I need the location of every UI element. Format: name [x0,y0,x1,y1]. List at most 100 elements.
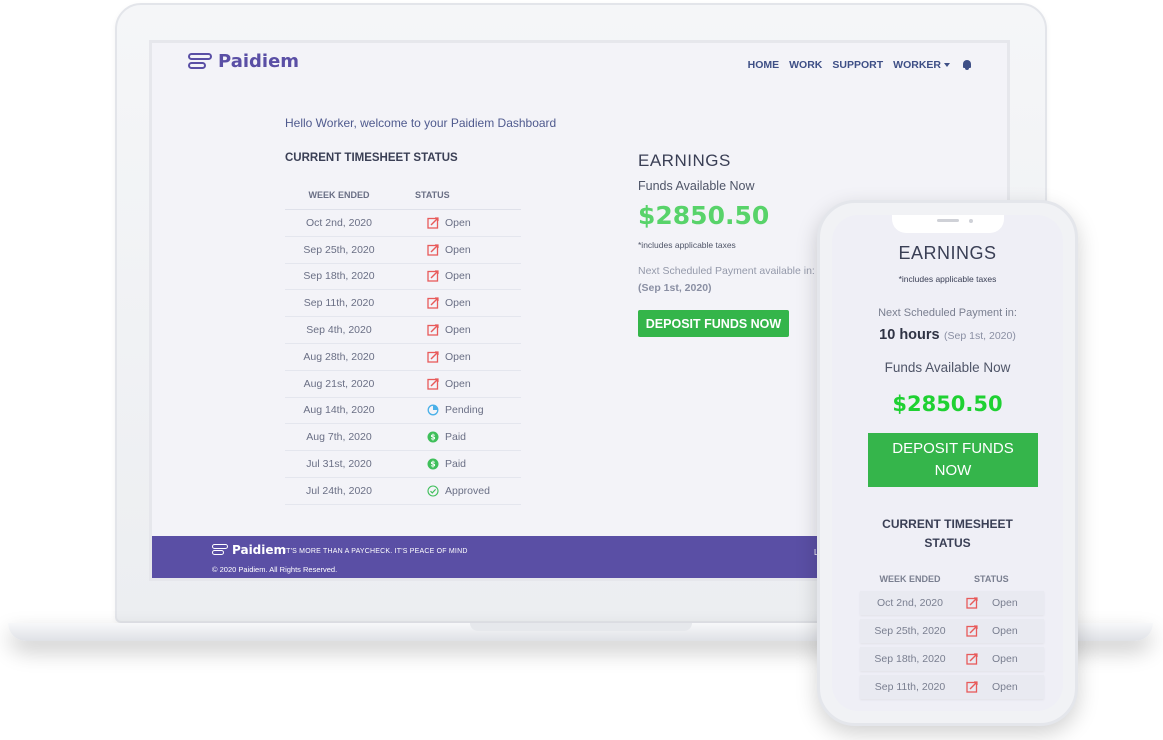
week-ended-cell: Oct 2nd, 2020 [306,216,372,229]
mobile-table-row[interactable]: Sep 25th, 2020 Open [860,619,1044,643]
mobile-screen: EARNINGS *includes applicable taxes Next… [832,215,1063,711]
col-week-ended: WEEK ENDED [308,189,370,200]
status-label: Open [445,297,471,310]
mobile-timesheet-title: CURRENT TIMESHEET STATUS [882,517,1013,550]
table-row[interactable]: Sep 4th, 2020 Open [285,317,521,344]
edit-icon[interactable] [427,244,439,256]
week-ended-cell: Aug 7th, 2020 [306,431,372,444]
mobile-status-cell: Open [960,625,1044,637]
tax-note: *includes applicable taxes [638,240,736,250]
table-row[interactable]: Aug 28th, 2020 Open [285,344,521,371]
paidiem-logo-icon [212,543,228,557]
status-cell: $ Paid [393,431,521,443]
mobile-funds-label: Funds Available Now [884,360,1011,375]
nav-work[interactable]: WORK [789,59,822,71]
check-circle-icon[interactable] [427,485,439,497]
nav-home[interactable]: HOME [748,59,780,71]
mobile-status-label: Open [992,653,1018,665]
edit-icon[interactable] [966,681,978,693]
status-cell: Open [393,270,521,282]
nav-support[interactable]: SUPPORT [832,59,883,71]
laptop-hinge-notch [470,623,692,631]
edit-icon[interactable] [966,653,978,665]
edit-icon[interactable] [427,297,439,309]
status-cell: Open [393,351,521,363]
mobile-next-date: (Sep 1st, 2020) [944,330,1016,342]
next-payment-label: Next Scheduled Payment available in: [638,265,815,277]
caret-down-icon [944,63,950,68]
camera-dot [969,219,973,223]
table-row[interactable]: Aug 14th, 2020 Pending [285,398,521,425]
footer-copyright: © 2020 Paidiem. All Rights Reserved. [212,565,338,574]
mobile-deposit-funds-button[interactable]: DEPOSIT FUNDS NOW [868,433,1038,487]
edit-icon[interactable] [427,378,439,390]
status-cell: Pending [393,404,521,416]
phone-notch [892,215,1004,233]
status-cell: Approved [393,485,521,497]
mobile-timesheet-header: WEEK ENDED STATUS [860,567,1044,591]
status-label: Open [445,243,471,256]
status-cell: Open [393,324,521,336]
pending-icon[interactable] [427,404,439,416]
top-nav: HOME WORK SUPPORT WORKER [748,59,972,71]
table-row[interactable]: Aug 21st, 2020 Open [285,371,521,398]
table-row[interactable]: Aug 7th, 2020 $ Paid [285,424,521,452]
edit-icon[interactable] [427,324,439,336]
status-label: Open [445,324,471,337]
status-cell: Open [393,378,521,390]
bell-icon[interactable] [962,59,972,71]
week-ended-cell: Jul 24th, 2020 [306,484,372,497]
mobile-next-payment: 10 hours (Sep 1st, 2020) [832,326,1063,344]
edit-icon[interactable] [966,597,978,609]
footer-logo[interactable]: Paidiem [212,543,286,557]
svg-text:$: $ [430,460,435,469]
table-row[interactable]: Oct 2nd, 2020 Open [285,210,521,237]
footer-logo-text: Paidiem [232,543,287,557]
week-ended-cell: Aug 14th, 2020 [303,404,375,417]
edit-icon[interactable] [427,351,439,363]
mobile-status-cell: Open [960,653,1044,665]
status-label: Open [445,270,471,283]
dollar-icon[interactable]: $ [427,458,439,470]
edit-icon[interactable] [427,217,439,229]
table-row[interactable]: Sep 18th, 2020 Open [285,264,521,291]
mobile-status-label: Open [992,597,1018,609]
status-cell: Open [393,297,521,309]
mobile-earnings-title: EARNINGS [898,243,997,263]
mobile-status-label: Open [992,625,1018,637]
funds-available-label: Funds Available Now [638,179,755,193]
edit-icon[interactable] [966,625,978,637]
status-label: Open [445,377,471,390]
funds-amount: $2850.50 [638,201,770,230]
mobile-next-hours: 10 hours [879,327,940,343]
mobile-table-row[interactable]: Sep 11th, 2020 Open [860,675,1044,699]
table-row[interactable]: Sep 25th, 2020 Open [285,237,521,264]
table-row[interactable]: Sep 11th, 2020 Open [285,290,521,318]
mobile-table-row[interactable]: Sep 18th, 2020 Open [860,647,1044,671]
week-ended-cell: Aug 21st, 2020 [303,377,375,390]
week-ended-cell: Sep 4th, 2020 [306,324,372,337]
edit-icon[interactable] [427,270,439,283]
dollar-icon[interactable]: $ [427,431,439,443]
mobile-table-row[interactable]: Oct 2nd, 2020 Open [860,591,1044,615]
paidiem-logo-icon [188,52,212,72]
timesheet-header-row: WEEK ENDED STATUS [285,180,521,210]
mobile-timesheet-rows: Oct 2nd, 2020 Open Sep 25th, 2020 Open Sep 1… [860,591,1044,699]
table-row[interactable]: Jul 24th, 2020 Approved [285,478,521,505]
mobile-week-ended-cell: Sep 18th, 2020 [874,653,946,665]
nav-worker-label: WORKER [893,59,941,71]
earnings-title: EARNINGS [638,151,731,170]
table-row[interactable]: Jul 31st, 2020 $ Paid [285,451,521,478]
speaker-grille [937,219,959,222]
mobile-tax-note: *includes applicable taxes [898,274,997,284]
header-logo[interactable]: Paidiem [188,51,299,72]
status-cell: $ Paid [393,458,521,470]
mobile-funds-amount: $2850.50 [892,392,1003,416]
welcome-message: Hello Worker, welcome to your Paidiem Da… [285,116,557,130]
deposit-funds-button[interactable]: DEPOSIT FUNDS NOW [638,310,789,337]
nav-worker-dropdown[interactable]: WORKER [893,59,950,71]
mobile-status-cell: Open [960,597,1044,609]
timesheet-title: CURRENT TIMESHEET STATUS [285,152,458,164]
next-payment-date: (Sep 1st, 2020) [638,282,712,294]
status-label: Approved [445,484,490,497]
